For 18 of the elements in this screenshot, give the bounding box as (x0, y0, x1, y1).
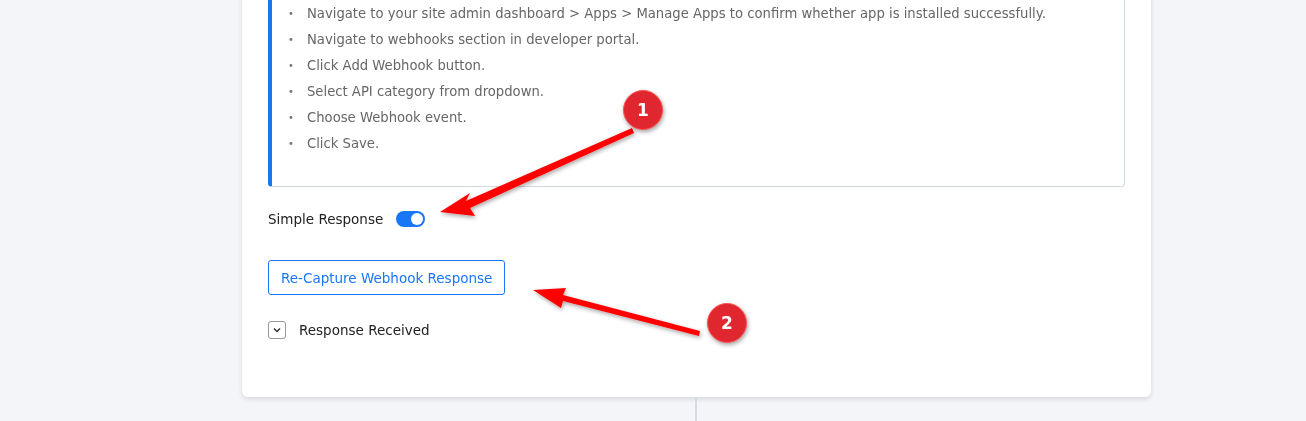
instruction-item: Choose Webhook event. (307, 109, 467, 127)
section-label: Response Received (299, 322, 430, 338)
bullet: • (288, 111, 295, 125)
instruction-item: Click Add Webhook button. (307, 57, 486, 75)
instruction-item: Navigate to webhooks section in developer portal. (307, 31, 640, 49)
recapture-button[interactable]: Re-Capture Webhook Response (268, 260, 506, 295)
chevron-icon (272, 325, 282, 335)
bullet: • (288, 59, 295, 73)
instruction-item: Select API category from dropdown. (307, 83, 544, 101)
bullet: • (288, 33, 295, 47)
bullet: • (288, 7, 295, 21)
toggle-label: Simple Response (268, 211, 384, 227)
instruction-item: Navigate to your site admin dashboard > Apps > Manage Apps to confirm whether app is installed successfully. (307, 5, 1046, 23)
bullet: • (288, 137, 295, 151)
instruction-item: Click Save. (307, 135, 380, 153)
bullet: • (288, 85, 295, 99)
expand-toggle[interactable] (268, 321, 286, 339)
toggle-switch[interactable] (396, 211, 426, 227)
